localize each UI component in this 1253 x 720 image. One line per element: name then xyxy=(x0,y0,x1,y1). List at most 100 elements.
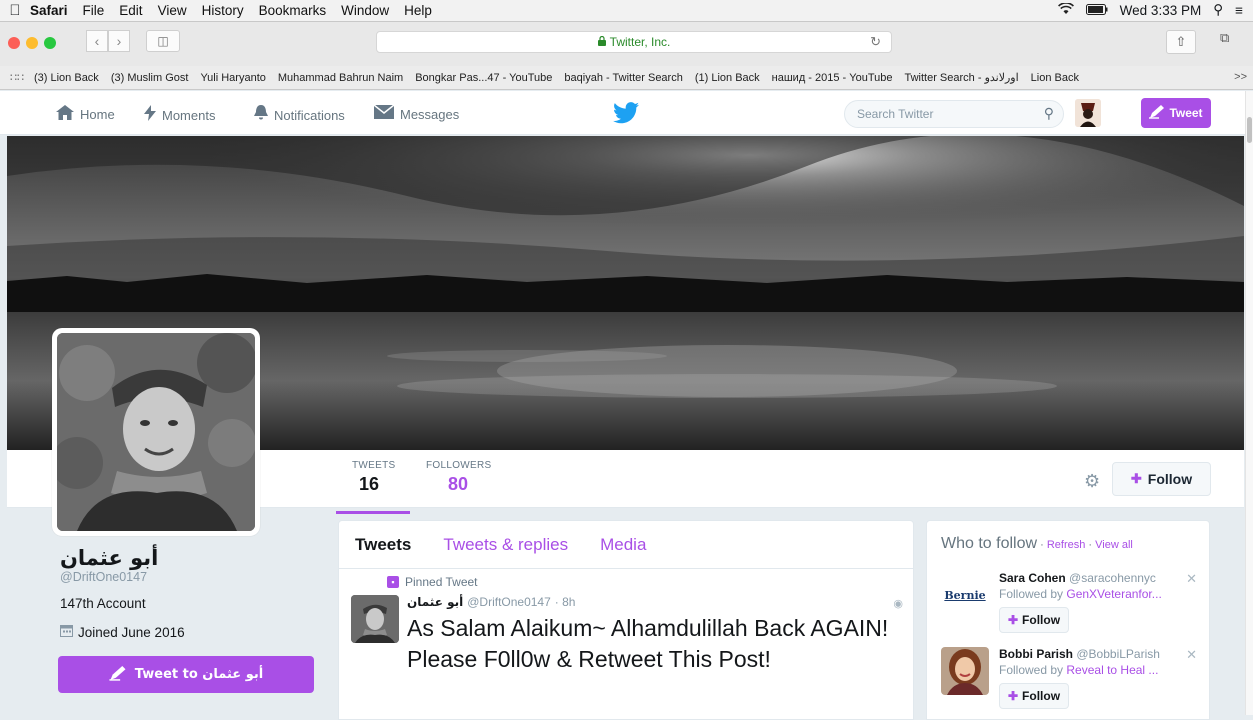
suggestion-followed-by: Followed by GenXVeteranfor... xyxy=(999,587,1177,601)
suggestion-follow-button[interactable]: ✚ Follow xyxy=(999,683,1069,709)
profile-joined-label: Joined June 2016 xyxy=(78,624,185,640)
tweet-author-handle[interactable]: @DriftOne0147 xyxy=(467,595,551,609)
header-separator: · xyxy=(1037,539,1047,551)
search-input[interactable]: Search Twitter ⚲ xyxy=(844,100,1064,128)
dismiss-icon[interactable]: ✕ xyxy=(1186,647,1197,663)
menu-view[interactable]: View xyxy=(158,3,187,18)
close-window-icon[interactable] xyxy=(8,37,20,49)
tweets-stat[interactable]: TWEETS 16 xyxy=(335,460,411,514)
bookmark-item[interactable]: (3) Lion Back xyxy=(34,72,99,84)
add-user-icon: ✚ xyxy=(1007,613,1019,627)
menu-help[interactable]: Help xyxy=(404,3,432,18)
bookmark-item[interactable]: Muhammad Bahrun Naim xyxy=(278,72,403,84)
tweet-to-button[interactable]: Tweet to أبو عثمان xyxy=(58,656,314,693)
bookmark-item[interactable]: Lion Back xyxy=(1031,72,1079,84)
account-avatar[interactable] xyxy=(1075,99,1101,127)
safari-toolbar: ‹ › ◫ Twitter, Inc. ↻ ⇧ ⧉ xyxy=(0,22,1253,66)
twitter-bird-icon[interactable] xyxy=(613,102,639,124)
lightning-icon xyxy=(144,105,156,125)
tweet-button[interactable]: Tweet xyxy=(1141,98,1211,128)
apple-icon[interactable]:  xyxy=(0,2,30,19)
tab-media[interactable]: Media xyxy=(600,535,646,555)
gear-icon[interactable]: ⚙ xyxy=(1084,471,1100,492)
tab-tweets[interactable]: Tweets xyxy=(355,535,411,555)
minimize-window-icon[interactable] xyxy=(26,37,38,49)
forward-icon[interactable]: › xyxy=(108,30,130,52)
zoom-window-icon[interactable] xyxy=(44,37,56,49)
suggestion-name-line: Bobbi Parish @BobbiLParish xyxy=(999,647,1160,661)
profile-avatar[interactable] xyxy=(52,328,260,536)
address-bar[interactable]: Twitter, Inc. ↻ xyxy=(376,31,892,53)
suggestion-name[interactable]: Bobbi Parish xyxy=(999,647,1073,661)
profile-name: أبو عثمان xyxy=(60,546,159,570)
page-scrollbar[interactable] xyxy=(1245,91,1253,715)
menu-safari[interactable]: Safari xyxy=(30,3,68,18)
spotlight-icon[interactable]: ⚲ xyxy=(1213,2,1223,18)
view-all-link[interactable]: View all xyxy=(1095,539,1133,551)
suggestion-name[interactable]: Sara Cohen xyxy=(999,571,1066,585)
who-to-follow-title: Who to follow xyxy=(941,535,1038,552)
scrollbar-thumb[interactable] xyxy=(1247,117,1252,143)
suggestion-handle[interactable]: @BobbiLParish xyxy=(1076,647,1160,661)
menu-file[interactable]: File xyxy=(83,3,105,18)
bookmark-item[interactable]: (3) Muslim Gost xyxy=(111,72,189,84)
profile-joined: Joined June 2016 xyxy=(60,624,185,640)
nav-messages[interactable]: Messages xyxy=(373,104,459,123)
followed-by-link[interactable]: GenXVeteranfor... xyxy=(1066,587,1161,601)
add-user-icon: ✚ xyxy=(1007,689,1019,703)
bookmark-item[interactable]: baqiyah - Twitter Search xyxy=(564,72,682,84)
tweet-text: As Salam Alaikum~ Alhamdulillah Back AGA… xyxy=(407,615,889,672)
profile-handle[interactable]: @DriftOne0147 xyxy=(60,570,147,584)
suggestion-handle[interactable]: @saracohennyc xyxy=(1069,571,1156,585)
menu-window[interactable]: Window xyxy=(341,3,389,18)
timeline-tabs: Tweets Tweets & replies Media xyxy=(339,521,913,569)
wifi-icon[interactable] xyxy=(1057,1,1074,18)
dismiss-icon[interactable]: ✕ xyxy=(1186,571,1197,587)
top-sites-icon[interactable]: ∷∷ xyxy=(0,71,34,84)
followed-by-link[interactable]: Reveal to Heal ... xyxy=(1066,663,1158,677)
battery-icon[interactable] xyxy=(1085,3,1108,18)
sidebar-toggle-icon[interactable]: ◫ xyxy=(146,30,180,52)
notification-center-icon[interactable]: ≡ xyxy=(1235,3,1243,18)
nav-home[interactable]: Home xyxy=(56,105,115,124)
share-icon[interactable]: ⇧ xyxy=(1166,30,1196,54)
tweet-time[interactable]: · 8h xyxy=(555,595,576,609)
suggestion-name-line: Sara Cohen @saracohennyc xyxy=(999,571,1156,585)
bookmark-item[interactable]: Twitter Search - اورلاندو xyxy=(904,71,1018,84)
nav-moments[interactable]: Moments xyxy=(144,105,215,125)
compose-icon xyxy=(109,665,127,684)
menu-bookmarks[interactable]: Bookmarks xyxy=(259,3,327,18)
tweet-meta: أبو عثمان @DriftOne0147 · 8h xyxy=(407,595,575,609)
add-user-icon: ✚ xyxy=(1130,471,1142,486)
suggestion-avatar[interactable] xyxy=(941,647,989,695)
bookmark-item[interactable]: Bongkar Pas...47 - YouTube xyxy=(415,72,552,84)
bookmark-item[interactable]: Yuli Haryanto xyxy=(200,72,265,84)
followed-by-prefix: Followed by xyxy=(999,663,1067,677)
suggestion-avatar[interactable]: Bernie xyxy=(941,571,989,619)
tab-tweets-replies[interactable]: Tweets & replies xyxy=(443,535,568,555)
menu-edit[interactable]: Edit xyxy=(119,3,142,18)
bookmark-item[interactable]: (1) Lion Back xyxy=(695,72,760,84)
back-icon[interactable]: ‹ xyxy=(86,30,108,52)
url-text: Twitter, Inc. xyxy=(609,35,671,49)
tweet-author-name[interactable]: أبو عثمان xyxy=(407,595,463,609)
bookmark-item[interactable]: нашид - 2015 - YouTube xyxy=(772,72,893,84)
envelope-icon xyxy=(373,104,395,123)
search-placeholder: Search Twitter xyxy=(857,107,934,121)
tweet-avatar[interactable] xyxy=(351,595,399,643)
menu-history[interactable]: History xyxy=(202,3,244,18)
followers-stat[interactable]: FOLLOWERS 80 xyxy=(426,460,492,495)
pinned-text: Pinned Tweet xyxy=(405,575,478,589)
pinned-tweet-label: ▪ Pinned Tweet xyxy=(387,575,478,589)
suggestion-follow-button[interactable]: ✚ Follow xyxy=(999,607,1069,633)
nav-notifications[interactable]: Notifications xyxy=(254,105,345,125)
bookmarks-overflow-icon[interactable]: >> xyxy=(1234,71,1247,83)
clock-text[interactable]: Wed 3:33 PM xyxy=(1120,3,1202,18)
compose-icon xyxy=(1149,104,1165,122)
follow-button[interactable]: ✚ Follow xyxy=(1112,462,1211,496)
refresh-link[interactable]: Refresh xyxy=(1047,539,1086,551)
reload-icon[interactable]: ↻ xyxy=(870,34,881,50)
tweet-more-icon[interactable]: ◉ xyxy=(893,597,903,610)
tab-overview-icon[interactable]: ⧉ xyxy=(1220,30,1229,46)
search-icon[interactable]: ⚲ xyxy=(1044,105,1054,122)
